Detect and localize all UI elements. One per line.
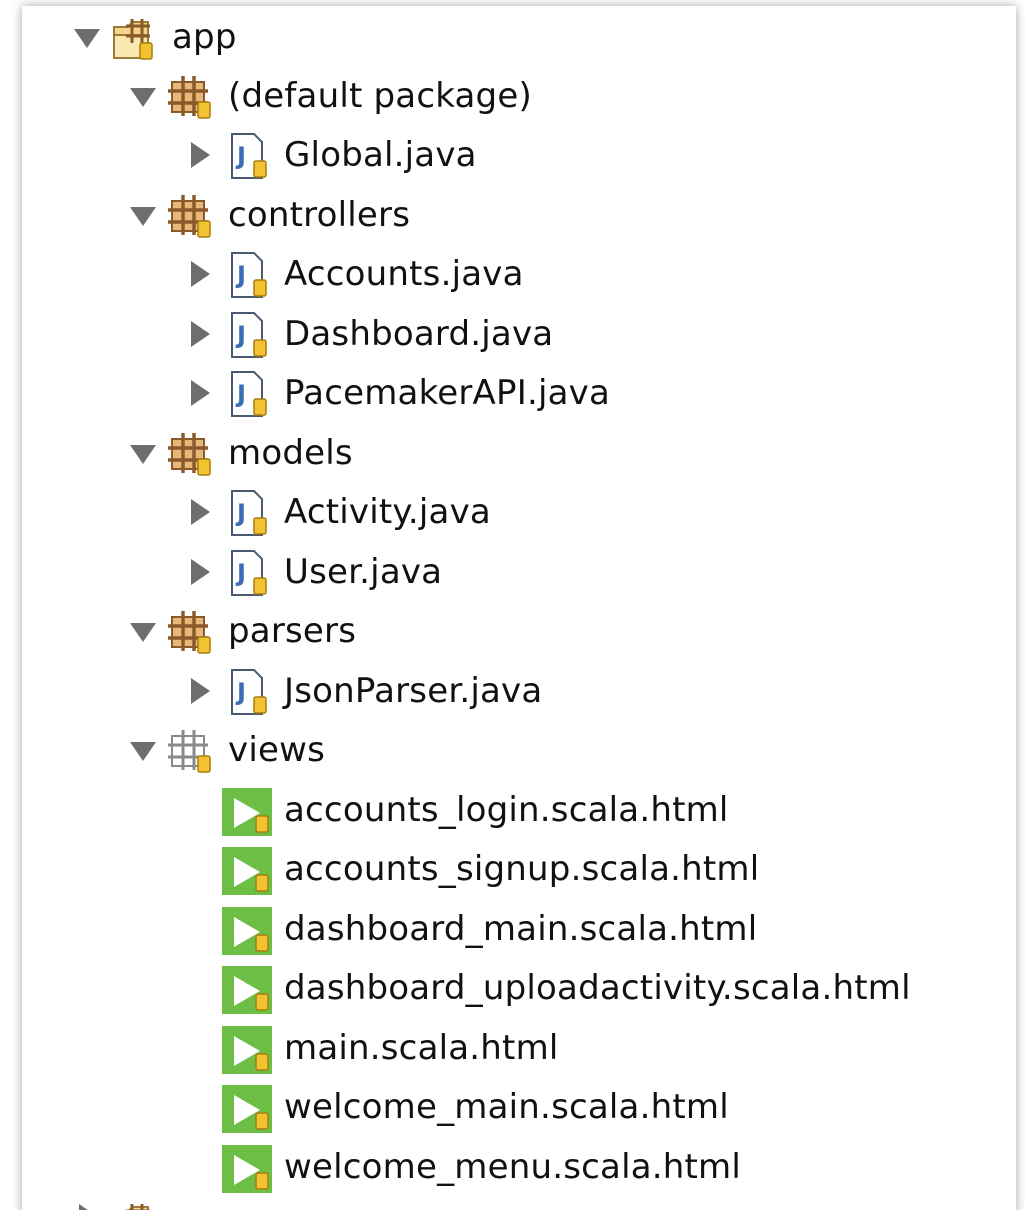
package-icon [166,429,218,479]
tree-node-package[interactable]: views [22,721,1016,780]
svg-text:J: J [235,499,246,527]
tree-node-label: Activity.java [284,492,491,532]
collapse-arrow-icon[interactable] [70,20,104,54]
tree-node-label: Accounts.java [284,254,524,294]
tree-node-label: models [228,433,353,473]
svg-text:J: J [235,380,246,408]
tree-node-package[interactable]: models [22,424,1016,483]
expand-arrow-icon[interactable] [182,376,216,410]
tree-node-template-file[interactable]: main.scala.html [22,1019,1016,1078]
tree-node-label: dashboard_main.scala.html [284,909,758,949]
scala-template-icon [220,1024,272,1074]
source-folder-icon [110,13,162,63]
expand-arrow-icon[interactable] [182,555,216,589]
tree-node-template-file[interactable]: accounts_signup.scala.html [22,840,1016,899]
collapse-arrow-icon[interactable] [126,198,160,232]
tree-node-package[interactable]: (default package) [22,67,1016,126]
expand-arrow-icon[interactable] [182,674,216,708]
tree-node-java-file[interactable]: J JsonParser.java [22,662,1016,721]
tree-node-label: welcome_main.scala.html [284,1087,729,1127]
source-folder-icon [110,1198,162,1210]
tree-node-label: (default package) [228,76,532,116]
tree-node-java-file[interactable]: J Dashboard.java [22,305,1016,364]
package-icon [166,191,218,241]
tree-node-template-file[interactable]: dashboard_uploadactivity.scala.html [22,959,1016,1018]
scala-template-icon [220,905,272,955]
svg-text:J: J [235,261,246,289]
package-icon [166,607,218,657]
tree-node-label: views [228,730,326,770]
tree-node-java-file[interactable]: J User.java [22,543,1016,602]
expand-arrow-icon[interactable] [70,1200,104,1210]
tree-node-label: accounts_login.scala.html [284,790,729,830]
non-java-package-icon [166,726,218,776]
scala-template-icon [220,1143,272,1193]
tree-node-label: app [172,17,237,57]
scala-template-icon [220,845,272,895]
collapse-arrow-icon[interactable] [126,733,160,767]
collapse-arrow-icon[interactable] [126,614,160,648]
expand-arrow-icon[interactable] [182,257,216,291]
tree-node-label: parsers [228,611,357,651]
tree-node-label: Global.java [284,135,477,175]
tree-node-template-file[interactable]: dashboard_main.scala.html [22,900,1016,959]
tree-node-java-file[interactable]: J Activity.java [22,483,1016,542]
tree-node-app[interactable]: app [22,8,1016,67]
java-file-icon: J [226,548,278,598]
java-file-icon: J [226,667,278,717]
tree-node-label: dashboard_uploadactivity.scala.html [284,968,911,1008]
tree-node-label: controllers [228,195,411,235]
java-file-icon: J [226,369,278,419]
java-file-icon: J [226,488,278,538]
tree-node-label: Dashboard.java [284,314,554,354]
tree-node-package[interactable]: parsers [22,602,1016,661]
svg-text:J: J [235,321,246,349]
tree-node-label: User.java [284,552,443,592]
collapse-arrow-icon[interactable] [126,436,160,470]
package-explorer-tree: app (default package) J Global.java cont… [22,6,1016,1210]
svg-text:J: J [235,142,246,170]
tree-node-template-file[interactable]: welcome_menu.scala.html [22,1138,1016,1197]
tree-node-java-file[interactable]: J Global.java [22,126,1016,185]
tree-node-label: JsonParser.java [284,671,543,711]
scala-template-icon [220,964,272,1014]
java-file-icon: J [226,250,278,300]
tree-node-next-folder[interactable] [22,1192,1016,1210]
package-icon [166,72,218,122]
collapse-arrow-icon[interactable] [126,79,160,113]
java-file-icon: J [226,310,278,360]
tree-node-java-file[interactable]: J Accounts.java [22,245,1016,304]
tree-node-label: PacemakerAPI.java [284,373,610,413]
tree-node-java-file[interactable]: J PacemakerAPI.java [22,364,1016,423]
tree-node-template-file[interactable]: welcome_main.scala.html [22,1078,1016,1137]
tree-node-package[interactable]: controllers [22,186,1016,245]
scala-template-icon [220,1083,272,1133]
tree-node-label: main.scala.html [284,1028,559,1068]
expand-arrow-icon[interactable] [182,317,216,351]
expand-arrow-icon[interactable] [182,138,216,172]
svg-text:J: J [235,678,246,706]
expand-arrow-icon[interactable] [182,495,216,529]
tree-node-template-file[interactable]: accounts_login.scala.html [22,781,1016,840]
tree-node-label: accounts_signup.scala.html [284,849,760,889]
scala-template-icon [220,786,272,836]
java-file-icon: J [226,131,278,181]
tree-node-label: welcome_menu.scala.html [284,1147,742,1187]
svg-text:J: J [235,559,246,587]
